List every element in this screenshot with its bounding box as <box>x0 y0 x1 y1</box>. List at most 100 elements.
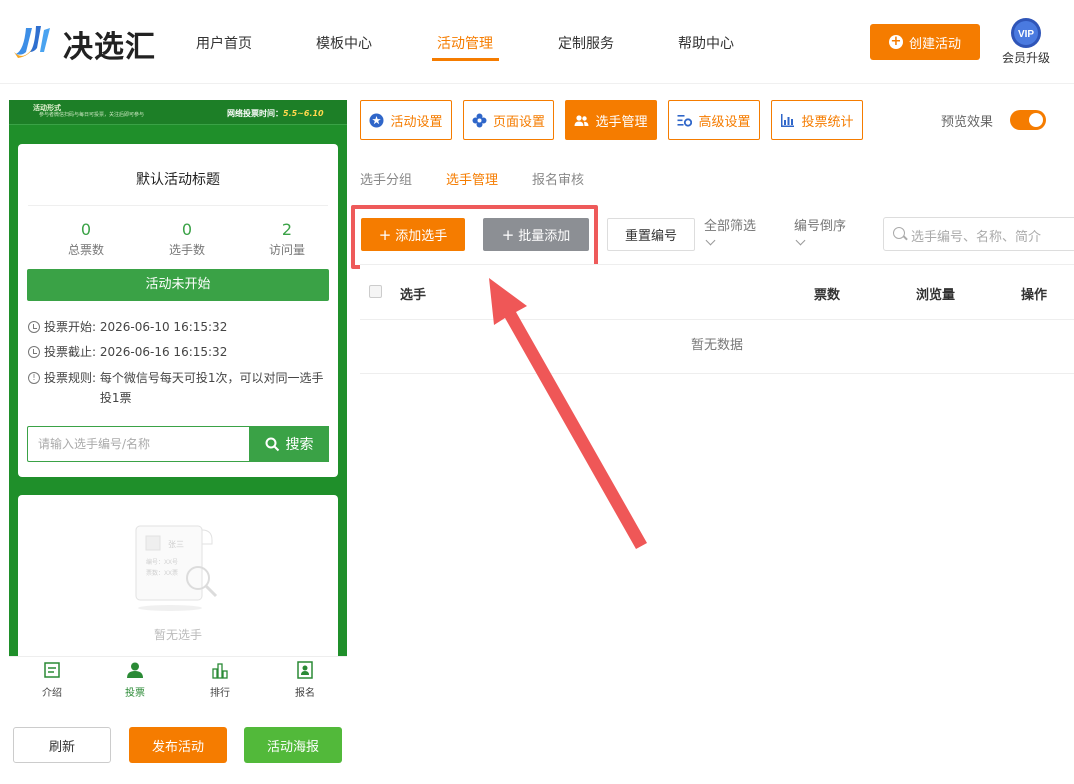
tool-label: 投票统计 <box>801 114 854 130</box>
refresh-button[interactable]: 刷新 <box>13 727 111 763</box>
nav-activity-management[interactable]: 活动管理 <box>437 33 493 53</box>
logo-icon <box>14 26 50 58</box>
search-icon <box>893 227 905 239</box>
batch-add-label: 批量添加 <box>518 229 571 244</box>
stat-contestants: 0 选手数 <box>137 220 237 258</box>
phone-tabbar: 介绍 投票 排行 报名 <box>9 656 347 704</box>
vote-rule-label: 投票规则: <box>44 371 97 385</box>
sort-dropdown[interactable]: 编号倒序 <box>794 219 847 246</box>
contestant-filter-search[interactable]: 选手编号、名称、简介 <box>883 217 1074 251</box>
activity-poster-button[interactable]: 活动海报 <box>244 727 342 763</box>
nav-help-center[interactable]: 帮助中心 <box>678 33 734 53</box>
phone-banner: 活动形式 参与者微信扫码与每日可投票，关注后即可参与 网络投票时间：5.5~6.… <box>9 100 347 125</box>
stat-value: 0 <box>80 220 92 239</box>
intro-icon <box>44 662 60 678</box>
tab-intro[interactable]: 介绍 <box>22 661 82 699</box>
flower-gear-icon <box>472 113 487 127</box>
tab-label: 排行 <box>210 688 230 699</box>
stat-label: 总票数 <box>67 243 104 257</box>
reset-numbers-button[interactable]: 重置编号 <box>607 218 695 251</box>
star-icon <box>369 113 384 127</box>
clock-icon <box>28 346 40 358</box>
sample-votes: 票数：XX票 <box>146 569 178 577</box>
tab-vote[interactable]: 投票 <box>105 661 165 699</box>
stat-value: 2 <box>281 220 293 239</box>
tool-advanced-settings[interactable]: 高级设置 <box>668 100 760 140</box>
tool-activity-settings[interactable]: 活动设置 <box>360 100 452 140</box>
plus-circle-icon: + <box>888 34 903 49</box>
vote-start-time: 2026-06-10 16:15:32 <box>99 320 228 334</box>
tab-signup[interactable]: 报名 <box>275 661 335 699</box>
nav-home[interactable]: 用户首页 <box>196 33 252 53</box>
vip-icon[interactable]: VIP <box>1010 17 1042 49</box>
column-contestant: 选手 <box>400 288 427 303</box>
vote-rule-row: ! 投票规则: 每个微信号每天可投1次，可以对同一选手投1票 <box>28 368 328 408</box>
tool-label: 页面设置 <box>492 114 545 130</box>
filter-label: 全部筛选 <box>704 219 757 234</box>
create-activity-button[interactable]: + 创建活动 <box>870 24 980 60</box>
top-header: 决选汇 用户首页 模板中心 活动管理 定制服务 帮助中心 + 创建活动 VIP … <box>0 0 1074 84</box>
table-empty-text: 暂无数据 <box>360 320 1074 374</box>
filter-dropdown[interactable]: 全部筛选 <box>704 219 757 246</box>
vote-end-time: 2026-06-16 16:15:32 <box>99 345 228 359</box>
tab-label: 介绍 <box>42 688 62 699</box>
column-views: 浏览量 <box>916 288 956 303</box>
vip-badge-text: VIP <box>1018 29 1034 40</box>
preview-toggle[interactable] <box>1010 110 1046 130</box>
sort-label: 编号倒序 <box>794 219 847 234</box>
batch-add-button[interactable]: + 批量添加 <box>483 218 589 251</box>
subtab-contestant-groups[interactable]: 选手分组 <box>360 169 412 188</box>
phone-preview: 活动形式 参与者微信扫码与每日可投票，关注后即可参与 网络投票时间：5.5~6.… <box>9 100 347 656</box>
vote-rule-text: 每个微信号每天可投1次，可以对同一选手投1票 <box>99 371 324 405</box>
banner-time-value: 5.5~6.10 <box>283 109 324 118</box>
preview-label: 预览效果 <box>941 115 994 130</box>
contestant-table-header: 选手 票数 浏览量 操作 <box>360 264 1074 320</box>
search-placeholder: 选手编号、名称、简介 <box>911 230 1042 245</box>
stat-label: 选手数 <box>168 243 205 257</box>
column-votes: 票数 <box>814 288 841 303</box>
tool-label: 活动设置 <box>390 114 443 130</box>
stat-total-votes: 0 总票数 <box>36 220 136 258</box>
publish-activity-button[interactable]: 发布活动 <box>129 727 227 763</box>
add-contestant-button[interactable]: + 添加选手 <box>361 218 465 251</box>
select-all-checkbox[interactable] <box>369 285 382 298</box>
stat-label: 访问量 <box>268 243 305 257</box>
add-contestant-label: 添加选手 <box>395 229 448 244</box>
rank-icon <box>212 663 228 679</box>
tool-contestant-management[interactable]: 选手管理 <box>565 100 657 140</box>
empty-contestant-text: 暂无选手 <box>153 628 202 642</box>
plus-icon: + <box>501 225 515 244</box>
info-icon: ! <box>28 372 40 384</box>
vote-start-row: 投票开始: 2026-06-10 16:15:32 <box>28 317 227 337</box>
plus-icon: + <box>378 225 392 244</box>
member-upgrade-link[interactable]: 会员升级 <box>1002 49 1050 66</box>
activity-title: 默认活动标题 <box>136 172 220 188</box>
vote-start-label: 投票开始: <box>44 320 97 334</box>
banner-time-label: 网络投票时间： <box>227 109 283 118</box>
tab-label: 报名 <box>295 688 315 699</box>
subtab-contestant-management[interactable]: 选手管理 <box>446 169 498 188</box>
stat-value: 0 <box>181 220 193 239</box>
tab-label: 投票 <box>125 688 145 699</box>
chevron-down-icon <box>795 235 806 246</box>
banner-vote-time: 网络投票时间：5.5~6.10 <box>227 108 324 119</box>
tool-vote-statistics[interactable]: 投票统计 <box>771 100 863 140</box>
search-button-label: 搜索 <box>285 437 314 453</box>
nav-templates[interactable]: 模板中心 <box>316 33 372 53</box>
nav-custom-service[interactable]: 定制服务 <box>558 33 614 53</box>
vote-end-label: 投票截止: <box>44 345 97 359</box>
empty-contestant-card: 张三 编号：XX号 票数：XX票 暂无选手 <box>18 495 338 656</box>
banner-subtitle: 参与者微信扫码与每日可投票，关注后即可参与 <box>39 112 145 118</box>
contestant-search: 请输入选手编号/名称 搜索 <box>27 426 329 462</box>
tool-page-settings[interactable]: 页面设置 <box>463 100 554 140</box>
column-actions: 操作 <box>1021 288 1048 303</box>
tab-rank[interactable]: 排行 <box>190 661 250 699</box>
contestant-search-button[interactable]: 搜索 <box>249 426 329 462</box>
stat-visits: 2 访问量 <box>237 220 337 258</box>
subtab-signup-review[interactable]: 报名审核 <box>532 169 584 188</box>
clock-icon <box>28 321 40 333</box>
contestant-search-input[interactable]: 请输入选手编号/名称 <box>38 427 150 461</box>
activity-status-button[interactable]: 活动未开始 <box>27 269 329 301</box>
users-icon <box>574 114 589 126</box>
activity-info-card: 默认活动标题 0 总票数 0 选手数 2 访问量 活动未开始 投票开始: 202… <box>18 144 338 477</box>
